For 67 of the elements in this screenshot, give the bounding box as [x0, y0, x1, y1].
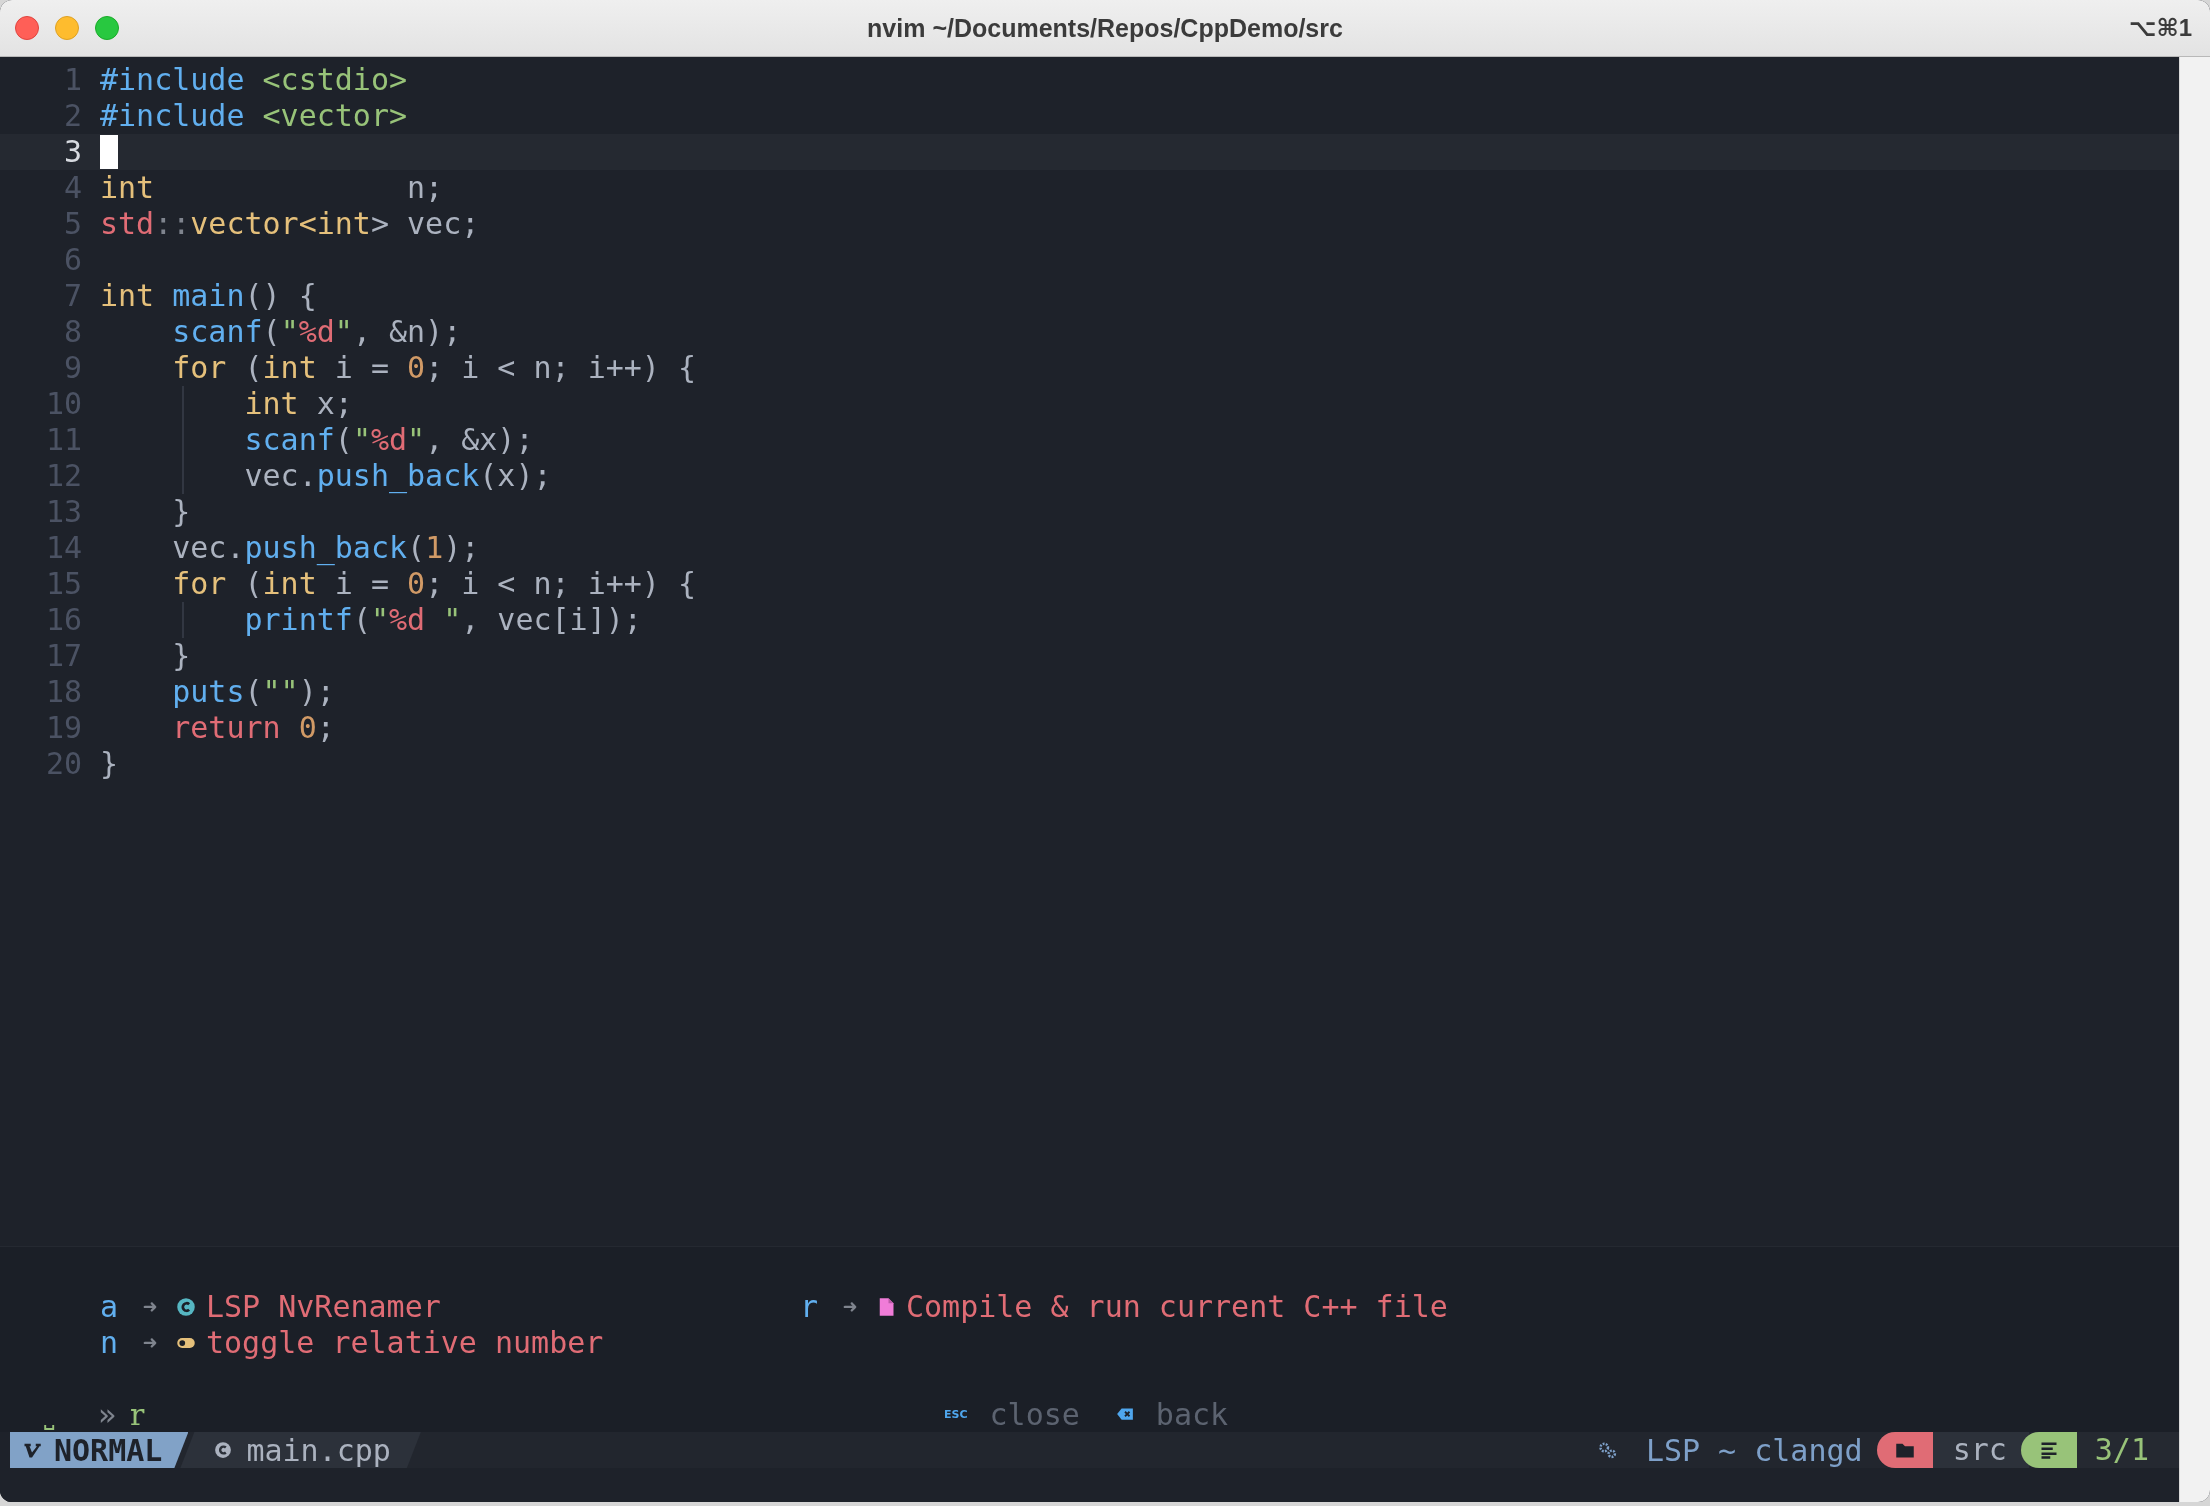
code-line: for (int i = 0; i < n; i++) {	[171, 566, 697, 602]
text-cursor	[100, 135, 118, 169]
backspace-icon	[1115, 1407, 1134, 1421]
line-number: 14	[44, 530, 82, 566]
code-line: scanf("%d", &x);	[243, 422, 534, 458]
code-line: vec.push_back(x);	[243, 458, 552, 494]
window-shortcut: ⌥⌘1	[2128, 14, 2193, 42]
arrow-glyph: ➜	[141, 1328, 159, 1359]
line-number: 13	[44, 494, 82, 530]
line-number: 9	[62, 350, 82, 386]
code-line: std::vector<int> vec;	[100, 206, 480, 242]
line-number: 5	[62, 206, 82, 242]
code-line: printf("%d ", vec[i]);	[243, 602, 642, 638]
code-line: }	[171, 494, 191, 530]
key-hint: a	[100, 1289, 120, 1325]
code-line: }	[100, 746, 119, 782]
hint-label: back	[1155, 1396, 1229, 1432]
code-line: return 0;	[171, 710, 335, 746]
line-number: 2	[62, 98, 82, 134]
code-line: int main() {	[100, 278, 317, 314]
minimize-window-button[interactable]	[55, 16, 79, 40]
command-label: toggle relative number	[206, 1325, 604, 1361]
line-number: 6	[62, 242, 82, 278]
line-number: 4	[62, 170, 82, 206]
hint-label: close	[989, 1396, 1080, 1432]
code-line: for (int i = 0; i < n; i++) {	[171, 350, 697, 386]
typed-keys: r	[130, 1396, 145, 1432]
leader-key: ⎵	[44, 1398, 98, 1430]
code-line: puts("");	[171, 674, 335, 710]
code-line: scanf("%d", &n);	[171, 314, 462, 350]
line-number: 20	[44, 746, 82, 782]
c-letter-icon	[214, 1441, 233, 1459]
key-hint: ESC	[944, 1407, 968, 1421]
line-number: 7	[62, 278, 82, 314]
code-line: }	[171, 638, 191, 674]
key-hint: n	[100, 1325, 120, 1361]
line-number: 15	[44, 566, 82, 602]
c-letter-icon	[176, 1297, 196, 1317]
arrow-glyph: ➜	[841, 1292, 859, 1323]
arrow-glyph: ➜	[141, 1292, 159, 1323]
mode-indicator: NORMAL	[10, 1432, 189, 1468]
window-title: nvim ~/Documents/Repos/CppDemo/src	[867, 13, 1343, 43]
command-label: Compile & run current C++ file	[906, 1289, 1448, 1325]
line-number: 3	[62, 134, 82, 170]
line-number: 18	[44, 674, 82, 710]
command-label: LSP NvRenamer	[206, 1289, 441, 1325]
line-number: 17	[44, 638, 82, 674]
line-number: 8	[62, 314, 82, 350]
line-number: 11	[44, 422, 82, 458]
line-number: 12	[44, 458, 82, 494]
zoom-window-button[interactable]	[95, 16, 119, 40]
directory-name: src	[1932, 1432, 2029, 1468]
close-window-button[interactable]	[15, 16, 39, 40]
line-number: 16	[44, 602, 82, 638]
file-name: main.cpp	[246, 1432, 391, 1468]
code-line: int n;	[100, 170, 444, 206]
gears-icon	[1597, 1440, 1618, 1460]
line-number: 10	[44, 386, 82, 422]
code-line: #include <vector>	[100, 98, 408, 134]
code-line: int x;	[243, 386, 353, 422]
key-hint: r	[800, 1289, 820, 1325]
prompt-separator: »	[98, 1396, 118, 1432]
line-number: 1	[62, 62, 82, 98]
code-line: vec.push_back(1);	[171, 530, 480, 566]
lsp-status: LSP ~ clangd	[1645, 1432, 1863, 1468]
code-line: #include <cstdio>	[100, 62, 408, 98]
line-number: 19	[44, 710, 82, 746]
